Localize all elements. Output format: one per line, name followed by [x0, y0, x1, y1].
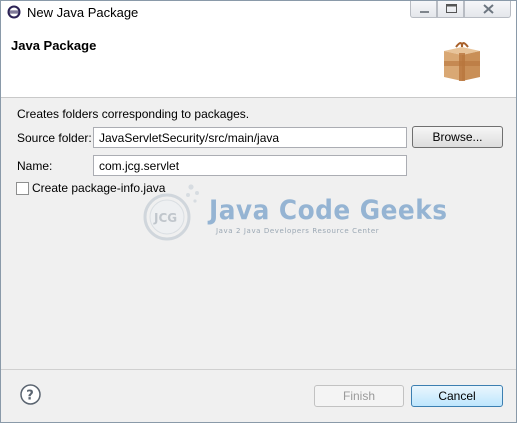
new-java-package-dialog: New Java Package Java Package Creates fo…	[0, 0, 517, 423]
source-folder-field[interactable]: JavaServletSecurity/src/main/java	[93, 127, 407, 148]
watermark-title: Java Code Geeks	[209, 195, 448, 226]
create-package-info-checkbox[interactable]	[16, 182, 29, 195]
minimize-button[interactable]	[410, 1, 437, 18]
help-icon[interactable]: ?	[20, 384, 41, 408]
maximize-icon	[446, 4, 457, 13]
name-label: Name:	[17, 159, 53, 173]
jcg-logo-text: JCG	[153, 211, 177, 225]
close-button[interactable]	[464, 1, 511, 18]
wizard-title: Java Package	[11, 38, 97, 53]
finish-button[interactable]: Finish	[314, 385, 404, 407]
watermark-subtitle: Java 2 Java Developers Resource Center	[216, 227, 380, 235]
title-bar: New Java Package	[1, 1, 516, 25]
svg-text:?: ?	[26, 389, 34, 404]
eclipse-icon	[7, 5, 21, 19]
jcg-logo: JCG	[141, 179, 207, 248]
minimize-icon	[420, 11, 429, 13]
source-folder-label: Source folder:	[17, 131, 92, 145]
package-name-field[interactable]: com.jcg.servlet	[93, 155, 407, 176]
package-icon	[441, 39, 483, 86]
wizard-banner: Java Package	[1, 25, 516, 98]
browse-button[interactable]: Browse...	[412, 126, 503, 148]
maximize-button[interactable]	[437, 1, 464, 18]
cancel-button[interactable]: Cancel	[411, 385, 503, 407]
footer-separator	[1, 369, 516, 370]
wizard-description: Creates folders corresponding to package…	[17, 107, 250, 121]
window-title: New Java Package	[27, 5, 139, 20]
close-icon	[483, 4, 494, 14]
